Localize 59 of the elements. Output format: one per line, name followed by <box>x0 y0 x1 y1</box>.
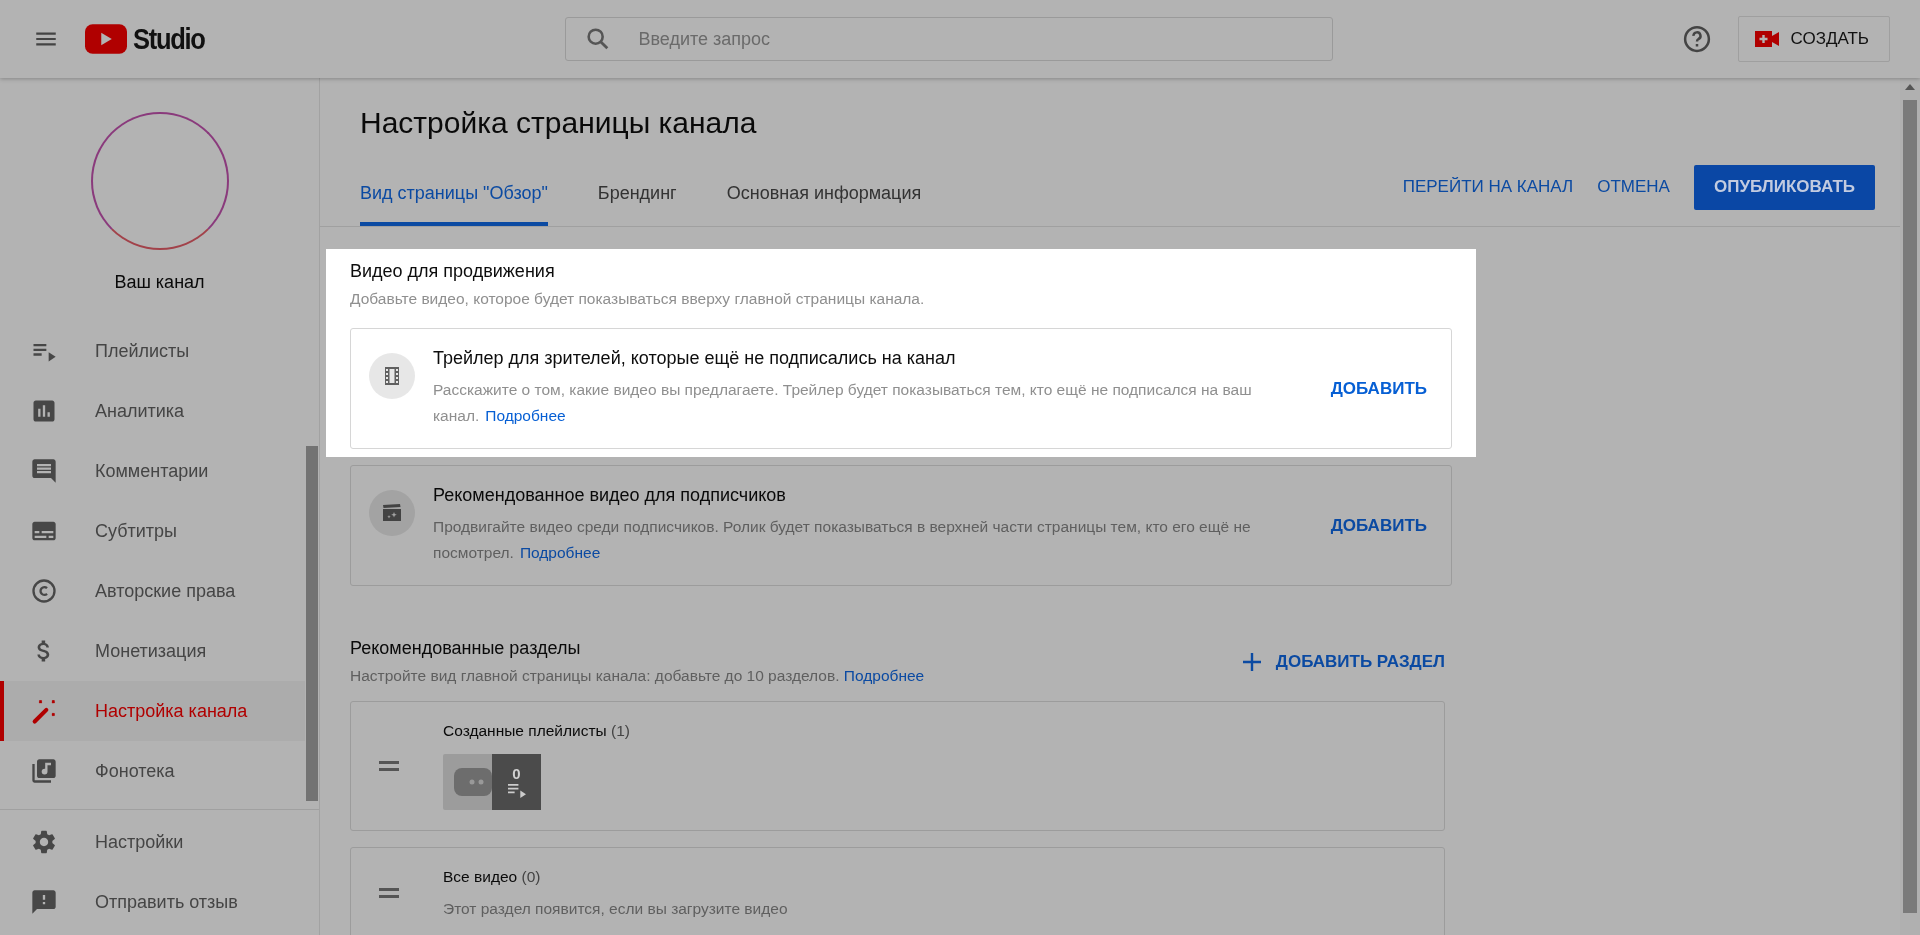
add-section-button[interactable]: ДОБАВИТЬ РАЗДЕЛ <box>1241 647 1445 676</box>
help-icon[interactable] <box>1681 24 1712 54</box>
video-camera-icon <box>1754 31 1779 47</box>
card-description: Продвигайте видео среди подписчиков. Ролик будет показываться в верхней части страницы тем, кто его ещё не посмотрел. Подробнее <box>433 517 1252 563</box>
section-note: Этот раздел появится, если вы загрузите видео <box>443 900 788 918</box>
playlist-icon <box>507 781 526 800</box>
page-title: Настройка страницы канала <box>359 105 758 141</box>
scrollbar-thumb[interactable] <box>306 446 318 801</box>
sidebar-item[interactable]: Фонотека <box>0 741 305 801</box>
learn-more-link[interactable]: Подробнее <box>843 667 925 684</box>
add-button[interactable]: ДОБАВИТЬ <box>1330 507 1427 544</box>
section-description: Добавьте видео, которое будет показываться вверху главной страницы канала. <box>350 290 926 308</box>
settings-icon <box>30 828 58 856</box>
scroll-up-arrow-icon[interactable] <box>1905 84 1915 90</box>
section-title: Все видео (0) <box>443 868 542 886</box>
section-heading: Рекомендованные разделы <box>350 638 582 659</box>
sidebar-item[interactable]: Монетизация <box>0 621 305 681</box>
music-library-icon <box>30 757 58 785</box>
text-button[interactable]: ОТМЕНА <box>1597 169 1670 205</box>
tab[interactable]: Брендинг <box>597 183 677 226</box>
sidebar-item[interactable]: Отправить отзыв <box>0 872 305 932</box>
comment-icon <box>30 457 58 485</box>
learn-more-link[interactable]: Подробнее <box>519 544 601 561</box>
magic-wand-icon <box>30 697 58 725</box>
search-field[interactable]: Введите запрос <box>565 17 1334 61</box>
sidebar-item[interactable]: Комментарии <box>0 441 305 501</box>
search-input[interactable]: Введите запрос <box>636 27 1315 51</box>
section-title: Созданные плейлисты (1) <box>443 722 630 740</box>
sidebar-item[interactable]: Аналитика <box>0 381 305 441</box>
create-button[interactable]: СОЗДАТЬ <box>1737 16 1890 62</box>
plus-icon <box>1241 651 1262 672</box>
dots-icon <box>454 768 492 796</box>
video-count: 0 <box>512 764 521 782</box>
learn-more-link[interactable]: Подробнее <box>485 407 566 424</box>
drag-handle-icon[interactable] <box>379 761 399 771</box>
sidebar-item[interactable]: Плейлисты <box>0 321 305 381</box>
card-title: Трейлер для зрителей, которые ещё не подписались на канал <box>433 348 957 369</box>
playlist-thumbnail[interactable]: 0 <box>443 754 541 810</box>
tab[interactable]: Вид страницы "Обзор" <box>360 183 548 226</box>
logo-text: Studio <box>133 22 205 56</box>
sidebar-item[interactable]: Настройки <box>0 812 305 872</box>
sidebar-item[interactable]: Субтитры <box>0 501 305 561</box>
video-play-logo-icon <box>85 24 127 54</box>
sidebar-item[interactable]: Авторские права <box>0 561 305 621</box>
card-title: Рекомендованное видео для подписчиков <box>433 485 787 506</box>
tab[interactable]: Основная информация <box>726 183 922 226</box>
card-description: Расскажите о том, какие видео вы предлагаете. Трейлер будет показываться тем, кто ещё не подписался на ваш канал. Подробнее <box>433 380 1253 426</box>
sidebar-item[interactable]: Настройка канала <box>0 681 305 741</box>
section-heading: Видео для продвижения <box>350 261 556 282</box>
add-button[interactable]: ДОБАВИТЬ <box>1330 370 1427 407</box>
copyright-icon <box>30 577 58 605</box>
publish-button[interactable]: ОПУБЛИКОВАТЬ <box>1693 164 1875 210</box>
avatar-circle[interactable] <box>90 112 229 250</box>
feedback-icon <box>30 888 58 916</box>
drag-handle-icon[interactable] <box>379 888 399 898</box>
section-description: Настройте вид главной страницы канала: добавьте до 10 разделов. Подробнее <box>350 667 925 685</box>
scrollbar-thumb[interactable] <box>1903 100 1917 913</box>
text-button[interactable]: ПЕРЕЙТИ НА КАНАЛ <box>1402 169 1574 205</box>
channel-name[interactable]: Ваш канал <box>0 272 319 312</box>
